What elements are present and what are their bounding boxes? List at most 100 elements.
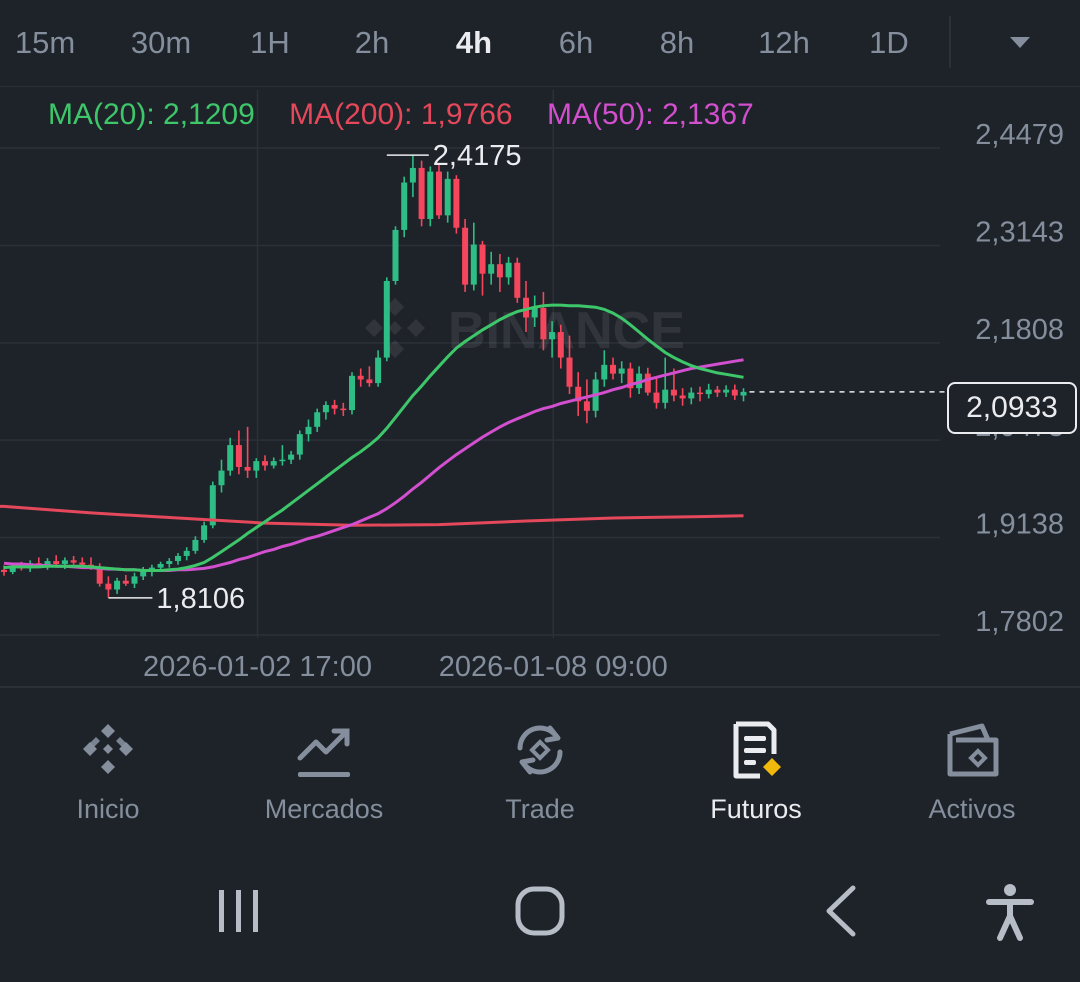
accessibility-icon[interactable] [975, 882, 1045, 942]
candle-body [175, 555, 181, 562]
tab-8h[interactable]: 8h [660, 22, 694, 64]
candle-body [340, 408, 347, 411]
binance-logo-icon [83, 724, 133, 774]
candle-body [705, 389, 712, 395]
y-tick-label: 2,4479 [975, 119, 1064, 151]
tab-4h[interactable]: 4h [456, 22, 492, 64]
system-nav-bar [0, 850, 1080, 982]
candle-body [383, 280, 390, 358]
candle-body [496, 264, 503, 278]
nav-futuros[interactable]: Futuros [656, 720, 856, 840]
candle-body [731, 389, 738, 396]
nav-label-inicio: Inicio [76, 794, 140, 824]
current-price-badge: 2,0933 [947, 382, 1077, 434]
candle-body [53, 561, 60, 564]
home-icon[interactable] [505, 882, 575, 942]
candle-body [418, 167, 425, 219]
candle-body [644, 373, 651, 393]
candle-body [357, 375, 364, 380]
ma-legend: MA(20): 2,1209 MA(200): 1,9766 MA(50): 2… [48, 98, 780, 132]
nav-activos[interactable]: Activos [872, 720, 1072, 840]
price-chart[interactable]: BINANCE 2,44792,31432,18082,04731,91381,… [0, 86, 1080, 688]
candle-body [70, 560, 77, 563]
candle-body [79, 562, 86, 565]
candle-body [183, 550, 190, 556]
y-tick-label: 1,7802 [975, 606, 1064, 638]
nav-inicio[interactable]: Inicio [8, 720, 208, 840]
tab-6h[interactable]: 6h [559, 22, 593, 64]
wallet-icon [947, 723, 999, 777]
y-tick-label: 2,3143 [975, 216, 1064, 248]
chart-divider [0, 686, 1080, 688]
tab-1d[interactable]: 1D [869, 22, 909, 64]
candle-body [583, 401, 590, 411]
low-marker-label: 1,8106 [156, 583, 245, 615]
candle-body [201, 525, 208, 540]
candle-body [601, 364, 608, 380]
candle-body [653, 392, 660, 403]
candle-body [227, 445, 234, 471]
candle-body [514, 262, 521, 298]
x-tick-label: 2026-01-08 09:00 [439, 651, 668, 683]
candle-body [296, 434, 303, 455]
candle-body [566, 357, 573, 387]
candle-body [192, 539, 199, 551]
ma20-legend: MA(20): 2,1209 [48, 98, 255, 131]
candle-body [166, 561, 173, 564]
candle-body [740, 391, 747, 396]
candle-body [688, 392, 695, 399]
ma200-line [0, 504, 744, 527]
candle-body [540, 307, 547, 340]
recent-apps-icon[interactable] [203, 882, 273, 942]
candle-body [61, 560, 68, 564]
candle-body [392, 229, 399, 281]
candle-body [305, 426, 312, 435]
ma50-legend: MA(50): 2,1367 [546, 98, 754, 131]
candle-body [331, 404, 338, 409]
candle-body [479, 244, 486, 274]
tab-divider [949, 16, 951, 68]
candles [1, 154, 747, 598]
nav-mercados[interactable]: Mercados [224, 720, 424, 840]
candle-body [366, 379, 373, 384]
candle-body [375, 357, 382, 384]
y-tick-label: 1,9138 [975, 509, 1064, 541]
tab-30m[interactable]: 30m [131, 22, 191, 64]
back-icon[interactable] [807, 882, 877, 942]
candle-body [662, 389, 669, 403]
candle-body [322, 404, 329, 413]
candle-body [122, 580, 129, 584]
candle-body [618, 368, 625, 374]
candle-body [453, 178, 460, 228]
candle-body [723, 389, 730, 393]
candle-body [462, 227, 469, 285]
candle-body [114, 580, 121, 590]
candle-body [131, 576, 138, 584]
y-tick-label: 2,1808 [975, 314, 1064, 346]
tab-15m[interactable]: 15m [15, 22, 75, 64]
candlestick-chart: BINANCE 2,44792,31432,18082,04731,91381,… [0, 90, 1064, 683]
chart-grid [0, 90, 940, 638]
nav-label-trade: Trade [505, 794, 575, 824]
trade-swap-icon [517, 725, 563, 775]
candle-body [557, 332, 564, 358]
candle-body [1, 569, 7, 573]
candle-body [105, 583, 112, 590]
candle-body [314, 412, 321, 427]
nav-trade[interactable]: Trade [440, 720, 640, 840]
candle-body [714, 389, 721, 393]
candle-body [253, 461, 260, 471]
nav-label-activos: Activos [928, 794, 1016, 824]
candle-body [349, 375, 355, 411]
tab-2h[interactable]: 2h [355, 22, 389, 64]
candle-body [218, 470, 225, 486]
tab-12h[interactable]: 12h [758, 22, 810, 64]
candle-body [488, 264, 495, 274]
bottom-nav: Inicio Mercados Trade Futuros Activos [0, 690, 1080, 850]
nav-label-mercados: Mercados [264, 794, 384, 824]
candle-body [505, 262, 512, 278]
tab-1h[interactable]: 1H [250, 22, 290, 64]
candle-body [262, 461, 268, 466]
candle-body [270, 461, 277, 466]
caret-down-icon[interactable] [1000, 22, 1040, 62]
